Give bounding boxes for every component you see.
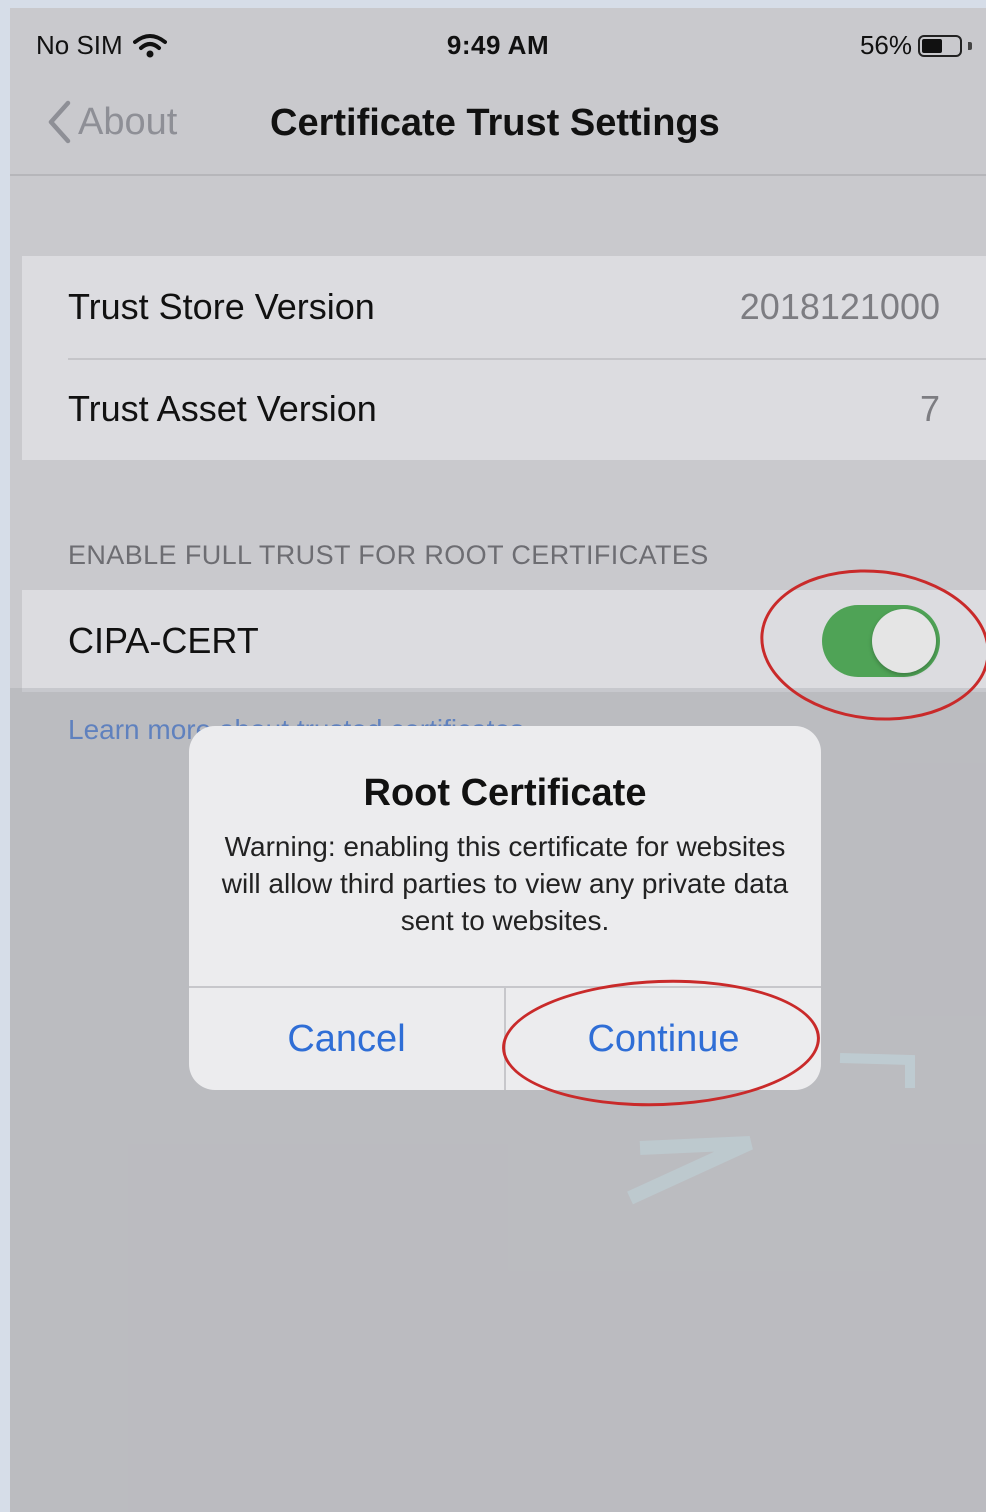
trust-info-group: Trust Store Version 2018121000 Trust Ass… — [22, 256, 986, 460]
battery-fill — [922, 38, 942, 53]
trust-asset-version-row: Trust Asset Version 7 — [22, 358, 986, 460]
section-header: ENABLE FULL TRUST FOR ROOT CERTIFICATES — [68, 540, 709, 570]
status-time: 9:49 AM — [446, 30, 550, 60]
phone-screen: No SIM 9:49 AM 56% About Certificate Tru… — [10, 8, 986, 1512]
navigation-bar: About Certificate Trust Settings — [10, 78, 986, 176]
battery-percent: 56% — [859, 30, 912, 60]
cancel-button[interactable]: Cancel — [189, 988, 504, 1090]
alert-title: Root Certificate — [363, 772, 647, 814]
battery-tip — [968, 41, 972, 50]
status-right: 56% — [860, 30, 972, 61]
row-label: Trust Asset Version — [68, 388, 377, 429]
row-label: Trust Store Version — [68, 286, 375, 327]
row-value: 2018121000 — [739, 286, 940, 327]
back-label: About — [78, 100, 178, 143]
row-value: 7 — [919, 388, 940, 429]
page-title: Certificate Trust Settings — [270, 102, 720, 144]
certificate-label: CIPA-CERT — [68, 620, 259, 661]
trust-store-version-row: Trust Store Version 2018121000 — [22, 256, 986, 358]
status-bar: No SIM 9:49 AM 56% — [10, 8, 986, 78]
back-button[interactable]: About — [46, 100, 177, 144]
battery-icon — [918, 34, 962, 57]
chevron-left-icon — [48, 100, 71, 144]
alert-message: Warning: enabling this certificate for w… — [221, 831, 789, 936]
